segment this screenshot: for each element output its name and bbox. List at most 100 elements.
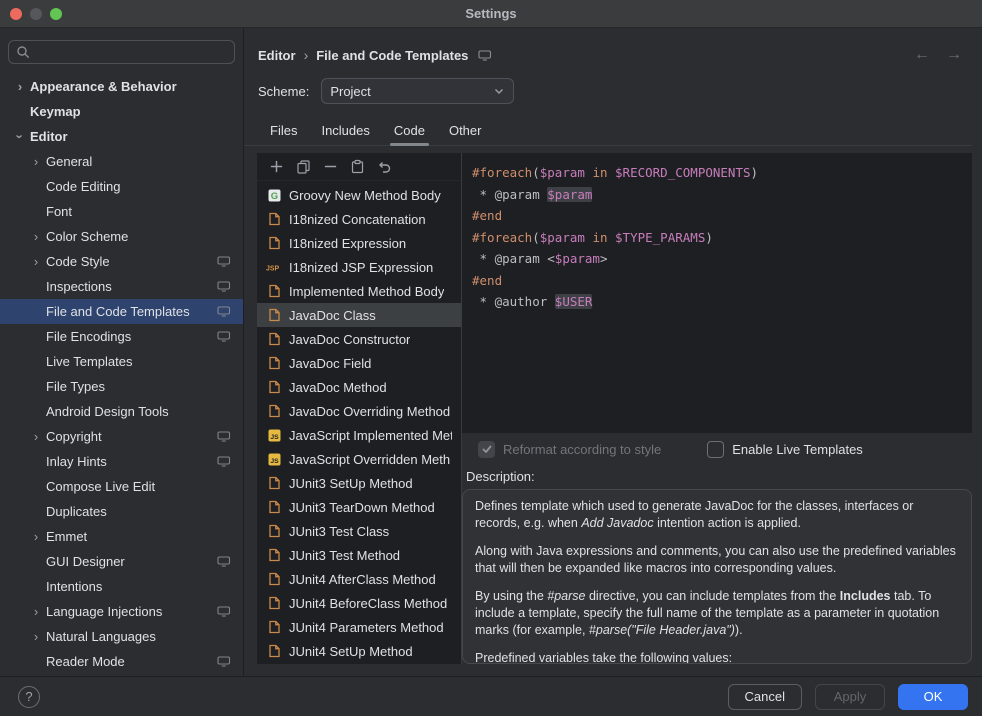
template-item-label: I18nized Concatenation <box>289 212 426 227</box>
sidebar-item-label: Compose Live Edit <box>46 479 155 494</box>
remove-template-icon[interactable] <box>323 159 338 174</box>
chevron-collapsed-icon[interactable]: › <box>28 605 44 618</box>
minimize-button[interactable] <box>30 8 42 20</box>
template-item-label: JUnit3 SetUp Method <box>289 476 413 491</box>
tab-files[interactable]: Files <box>258 116 309 145</box>
chevron-collapsed-icon[interactable]: › <box>12 80 28 93</box>
template-icon <box>266 404 282 418</box>
sidebar-item-editor[interactable]: ›Editor <box>0 124 243 149</box>
sidebar-item-label: GUI Designer <box>46 554 125 569</box>
chevron-collapsed-icon[interactable]: › <box>28 155 44 168</box>
template-icon <box>266 308 282 322</box>
template-item-junit3-test-class[interactable]: JUnit3 Test Class <box>257 519 461 543</box>
screen-badge-icon <box>217 306 231 317</box>
apply-button[interactable]: Apply <box>815 684 885 710</box>
template-item-javadoc-class[interactable]: JavaDoc Class <box>257 303 461 327</box>
template-item-javascript-overridden-meth[interactable]: JSJavaScript Overridden Meth <box>257 447 461 471</box>
scheme-dropdown[interactable]: Project <box>321 78 514 104</box>
template-item-junit4-afterclass-method[interactable]: JUnit4 AfterClass Method <box>257 567 461 591</box>
template-item-junit4-setup-method[interactable]: JUnit4 SetUp Method <box>257 639 461 663</box>
description-paragraph: Along with Java expressions and comments… <box>475 543 959 577</box>
description-panel[interactable]: Defines template which used to generate … <box>462 489 972 664</box>
template-item-junit3-teardown-method[interactable]: JUnit3 TearDown Method <box>257 495 461 519</box>
sidebar-item-emmet[interactable]: ›Emmet <box>0 524 243 549</box>
sidebar-item-file-and-code-templates[interactable]: File and Code Templates <box>0 299 243 324</box>
tab-includes[interactable]: Includes <box>309 116 381 145</box>
template-item-i18nized-jsp-expression[interactable]: JSPI18nized JSP Expression <box>257 255 461 279</box>
sidebar-item-language-injections[interactable]: ›Language Injections <box>0 599 243 624</box>
sidebar-item-copyright[interactable]: ›Copyright <box>0 424 243 449</box>
template-icon <box>266 236 282 250</box>
back-icon[interactable]: ← <box>914 46 930 64</box>
live-templates-checkbox[interactable] <box>707 441 724 458</box>
sidebar-item-gui-designer[interactable]: GUI Designer <box>0 549 243 574</box>
template-item-junit4-beforeclass-method[interactable]: JUnit4 BeforeClass Method <box>257 591 461 615</box>
traffic-lights <box>10 0 62 27</box>
sidebar-item-general[interactable]: ›General <box>0 149 243 174</box>
chevron-collapsed-icon[interactable]: › <box>28 430 44 443</box>
sidebar-item-keymap[interactable]: Keymap <box>0 99 243 124</box>
template-item-junit3-test-method[interactable]: JUnit3 Test Method <box>257 543 461 567</box>
sidebar-item-label: Editor <box>30 129 68 144</box>
sidebar-item-color-scheme[interactable]: ›Color Scheme <box>0 224 243 249</box>
sidebar-item-live-templates[interactable]: Live Templates <box>0 349 243 374</box>
chevron-expanded-icon[interactable]: › <box>14 129 27 145</box>
template-icon <box>266 332 282 346</box>
help-button[interactable]: ? <box>18 686 40 708</box>
template-item-javadoc-constructor[interactable]: JavaDoc Constructor <box>257 327 461 351</box>
template-item-javadoc-method[interactable]: JavaDoc Method <box>257 375 461 399</box>
search-input[interactable] <box>8 40 235 64</box>
sidebar-item-inspections[interactable]: Inspections <box>0 274 243 299</box>
sidebar-item-file-types[interactable]: File Types <box>0 374 243 399</box>
ok-button[interactable]: OK <box>898 684 968 710</box>
cancel-button[interactable]: Cancel <box>728 684 802 710</box>
sidebar-item-natural-languages[interactable]: ›Natural Languages <box>0 624 243 649</box>
template-item-groovy-new-method-body[interactable]: GGroovy New Method Body <box>257 183 461 207</box>
tab-code[interactable]: Code <box>382 116 437 145</box>
sidebar-item-intentions[interactable]: Intentions <box>0 574 243 599</box>
svg-text:JSP: JSP <box>266 265 280 272</box>
chevron-collapsed-icon[interactable]: › <box>28 630 44 643</box>
tab-other[interactable]: Other <box>437 116 494 145</box>
sidebar-item-label: Inlay Hints <box>46 454 107 469</box>
sidebar-item-inlay-hints[interactable]: Inlay Hints <box>0 449 243 474</box>
sidebar-item-label: Duplicates <box>46 504 107 519</box>
forward-icon[interactable]: → <box>946 46 962 64</box>
sidebar-item-code-editing[interactable]: Code Editing <box>0 174 243 199</box>
sidebar-item-duplicates[interactable]: Duplicates <box>0 499 243 524</box>
add-template-icon[interactable] <box>269 159 284 174</box>
sidebar-item-file-encodings[interactable]: File Encodings <box>0 324 243 349</box>
template-item-javadoc-overriding-method[interactable]: JavaDoc Overriding Method <box>257 399 461 423</box>
chevron-collapsed-icon[interactable]: › <box>28 530 44 543</box>
paste-icon[interactable] <box>350 159 365 174</box>
sidebar-item-code-style[interactable]: ›Code Style <box>0 249 243 274</box>
reset-icon[interactable] <box>377 159 392 174</box>
chevron-collapsed-icon[interactable]: › <box>28 230 44 243</box>
settings-tree: ›Appearance & BehaviorKeymap›Editor›Gene… <box>0 74 243 676</box>
chevron-collapsed-icon[interactable]: › <box>28 255 44 268</box>
screen-badge-icon <box>217 431 231 442</box>
template-item-junit4-parameters-method[interactable]: JUnit4 Parameters Method <box>257 615 461 639</box>
template-item-implemented-method-body[interactable]: Implemented Method Body <box>257 279 461 303</box>
copy-template-icon[interactable] <box>296 159 311 174</box>
template-item-label: JUnit4 BeforeClass Method <box>289 596 447 611</box>
reformat-checkbox[interactable] <box>478 441 495 458</box>
sidebar-item-android-design-tools[interactable]: Android Design Tools <box>0 399 243 424</box>
screen-badge-icon <box>217 331 231 342</box>
template-item-javascript-implemented-met[interactable]: JSJavaScript Implemented Met <box>257 423 461 447</box>
template-item-junit3-setup-method[interactable]: JUnit3 SetUp Method <box>257 471 461 495</box>
zoom-button[interactable] <box>50 8 62 20</box>
template-item-i18nized-expression[interactable]: I18nized Expression <box>257 231 461 255</box>
breadcrumb-editor[interactable]: Editor <box>258 48 296 63</box>
sidebar-item-label: Appearance & Behavior <box>30 79 177 94</box>
template-item-i18nized-concatenation[interactable]: I18nized Concatenation <box>257 207 461 231</box>
sidebar-item-appearance-behavior[interactable]: ›Appearance & Behavior <box>0 74 243 99</box>
code-line: #foreach($param in $TYPE_PARAMS) <box>472 227 964 249</box>
scheme-value: Project <box>330 84 370 99</box>
sidebar-item-reader-mode[interactable]: Reader Mode <box>0 649 243 674</box>
template-item-javadoc-field[interactable]: JavaDoc Field <box>257 351 461 375</box>
close-button[interactable] <box>10 8 22 20</box>
sidebar-item-compose-live-edit[interactable]: Compose Live Edit <box>0 474 243 499</box>
template-code-editor[interactable]: #foreach($param in $RECORD_COMPONENTS) *… <box>462 153 972 433</box>
sidebar-item-font[interactable]: Font <box>0 199 243 224</box>
